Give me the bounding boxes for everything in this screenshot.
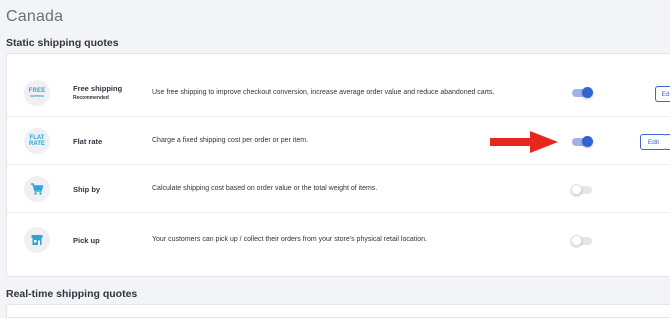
- method-description-flat-rate: Charge a fixed shipping cost per order o…: [152, 137, 309, 144]
- method-name-flat-rate: Flat rate: [73, 137, 103, 146]
- toggle-knob: [582, 135, 593, 147]
- method-description-pick-up: Your customers can pick up / collect the…: [152, 236, 427, 243]
- flat-rate-icon-text-2: RATE: [29, 141, 45, 147]
- flat-rate-toggle[interactable]: [572, 135, 593, 147]
- shipping-method-row-flat-rate: FLAT RATE Flat rate Charge a fixed shipp…: [7, 117, 670, 165]
- cart-icon-glyph: [31, 183, 44, 195]
- method-name-free-shipping: Free shipping: [73, 84, 123, 93]
- toggle-knob: [582, 86, 593, 98]
- method-description-ship-by: Calculate shipping cost based on order v…: [152, 185, 378, 192]
- pick-up-toggle[interactable]: [571, 234, 592, 246]
- free-shipping-toggle[interactable]: [572, 86, 593, 98]
- store-icon-glyph: [31, 235, 43, 245]
- cart-icon: [24, 176, 50, 202]
- edit-dropdown-button-flat-rate[interactable]: [666, 134, 670, 150]
- recommended-label: Recommended: [73, 95, 109, 101]
- shipping-method-row-free-shipping: FREE SHIPPING Free shipping Recommended …: [7, 69, 670, 117]
- free-shipping-icon-subtext: SHIPPING: [29, 94, 45, 98]
- free-shipping-icon: FREE SHIPPING: [24, 80, 50, 106]
- toggle-knob: [571, 183, 582, 195]
- toggle-knob: [571, 234, 582, 246]
- realtime-shipping-card: [6, 304, 670, 318]
- red-arrow-annotation: [490, 131, 558, 153]
- shipping-method-row-ship-by: Ship by Calculate shipping cost based on…: [7, 165, 670, 213]
- method-name-pick-up: Pick up: [73, 236, 100, 245]
- method-name-ship-by: Ship by: [73, 185, 101, 194]
- edit-button-flat-rate[interactable]: Edit: [640, 134, 667, 150]
- realtime-shipping-section-title: Real-time shipping quotes: [6, 288, 138, 300]
- edit-button-free-shipping[interactable]: Ed: [655, 86, 670, 102]
- static-shipping-card: FREE SHIPPING Free shipping Recommended …: [6, 53, 670, 277]
- store-icon: [24, 227, 50, 253]
- static-shipping-section-title: Static shipping quotes: [6, 37, 119, 49]
- shipping-method-row-pick-up: Pick up Your customers can pick up / col…: [7, 213, 670, 261]
- ship-by-toggle[interactable]: [571, 183, 592, 195]
- flat-rate-icon: FLAT RATE: [24, 128, 50, 154]
- method-description-free-shipping: Use free shipping to improve checkout co…: [152, 89, 495, 96]
- page-title: Canada: [6, 8, 64, 25]
